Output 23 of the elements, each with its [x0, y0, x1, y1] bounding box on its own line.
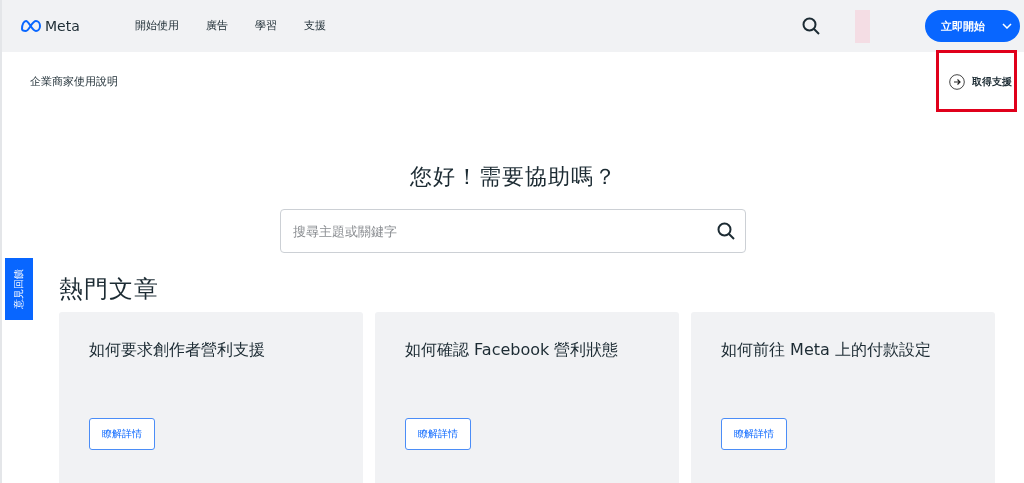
- arrow-circle-icon: [949, 74, 965, 90]
- article-title: 如何前往 Meta 上的付款設定: [721, 340, 932, 361]
- learn-more-button[interactable]: 瞭解詳情: [721, 418, 787, 450]
- caret-icon: [1002, 23, 1012, 29]
- learn-more-button[interactable]: 瞭解詳情: [405, 418, 471, 450]
- search-icon[interactable]: [717, 222, 735, 240]
- nav-link[interactable]: 支援: [304, 19, 326, 33]
- nav-link[interactable]: 開始使用: [135, 19, 179, 33]
- hero-heading: 您好！需要協助嗎？: [408, 163, 618, 191]
- section-heading: 熱門文章: [59, 274, 160, 305]
- logo-text[interactable]: Meta: [45, 18, 80, 34]
- search-field[interactable]: 搜尋主題或關鍵字: [280, 209, 746, 253]
- page-title: 企業商家使用說明: [30, 75, 118, 89]
- article-title: 如何確認 Facebook 營利狀態: [405, 340, 620, 361]
- feedback-tab[interactable]: 意見回饋: [5, 258, 33, 320]
- get-support-link[interactable]: 取得支援: [972, 75, 1012, 89]
- search-icon[interactable]: [802, 17, 820, 35]
- get-started-button[interactable]: 立即開始: [925, 10, 1020, 42]
- learn-more-button[interactable]: 瞭解詳情: [89, 418, 155, 450]
- nav-link[interactable]: 學習: [255, 19, 277, 33]
- meta-logo-icon: [20, 20, 42, 32]
- article-title: 如何要求創作者營利支援: [89, 340, 266, 361]
- nav-link[interactable]: 廣告: [206, 19, 228, 33]
